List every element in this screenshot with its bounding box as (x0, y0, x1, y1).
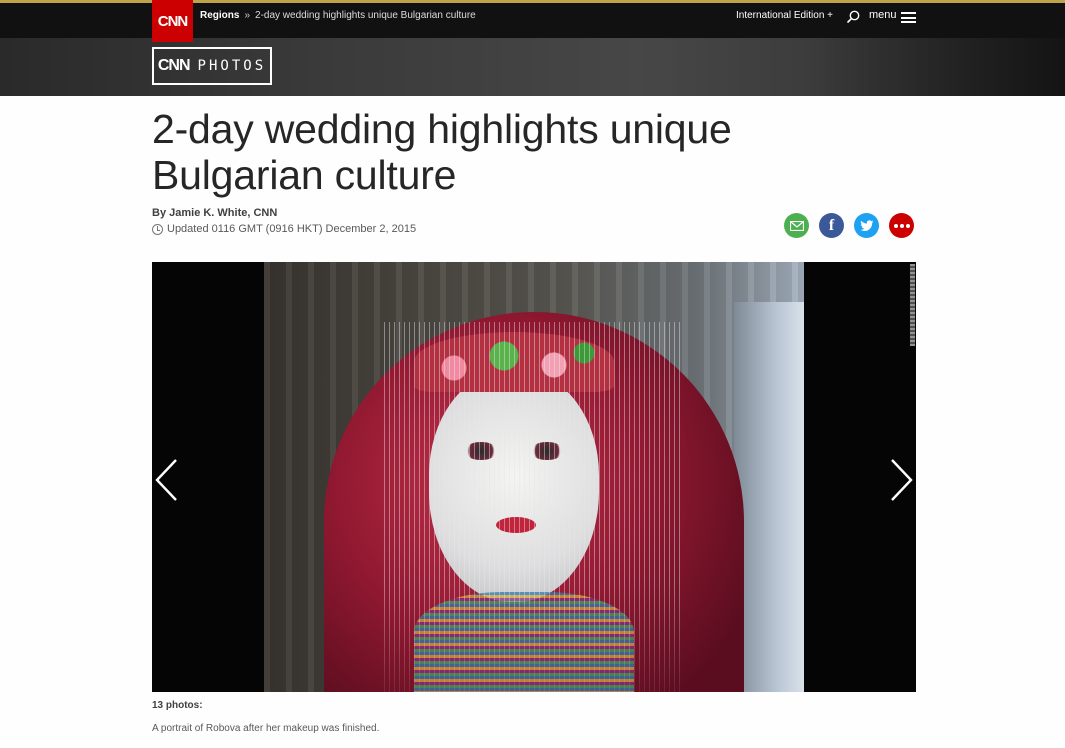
edition-selector[interactable]: International Edition + (736, 10, 833, 21)
chevron-right-icon[interactable] (886, 457, 916, 503)
facebook-icon: f (828, 216, 835, 234)
photo-count: 13 photos: (152, 700, 203, 711)
updated-text: Updated 0116 GMT (0916 HKT) December 2, … (167, 223, 417, 235)
byline: By Jamie K. White, CNN (152, 207, 278, 219)
cnn-photos-section-logo[interactable]: CNN PHOTOS (152, 47, 272, 85)
breadcrumb: Regions » 2-day wedding highlights unique … (200, 10, 476, 21)
updated-timestamp: Updated 0116 GMT (0916 HKT) December 2, … (152, 223, 416, 235)
share-facebook-button[interactable]: f (819, 213, 844, 238)
share-twitter-button[interactable] (854, 213, 879, 238)
section-logo-word: PHOTOS (197, 58, 267, 74)
photo-credit-strip (910, 264, 915, 346)
clock-icon (152, 223, 163, 235)
photo-gallery (152, 262, 916, 692)
twitter-icon (859, 219, 873, 231)
chevron-left-icon[interactable] (152, 457, 182, 503)
search-icon[interactable] (846, 10, 860, 24)
email-icon (789, 220, 804, 231)
section-logo-brand: CNN (157, 57, 191, 74)
menu-label[interactable]: menu (869, 9, 897, 21)
page-title: 2-day wedding highlights unique Bulgaria… (152, 106, 732, 198)
share-email-button[interactable] (784, 213, 809, 238)
more-icon (893, 223, 910, 228)
hamburger-menu-icon[interactable] (901, 12, 916, 23)
breadcrumb-regions-link[interactable]: Regions (200, 10, 239, 21)
breadcrumb-current: 2-day wedding highlights unique Bulgaria… (255, 10, 476, 21)
breadcrumb-separator: » (244, 10, 251, 21)
cnn-logo[interactable]: CNN (152, 0, 193, 42)
gallery-photo (264, 262, 804, 692)
share-more-button[interactable] (889, 213, 914, 238)
photo-caption: A portrait of Robova after her makeup wa… (152, 723, 380, 734)
